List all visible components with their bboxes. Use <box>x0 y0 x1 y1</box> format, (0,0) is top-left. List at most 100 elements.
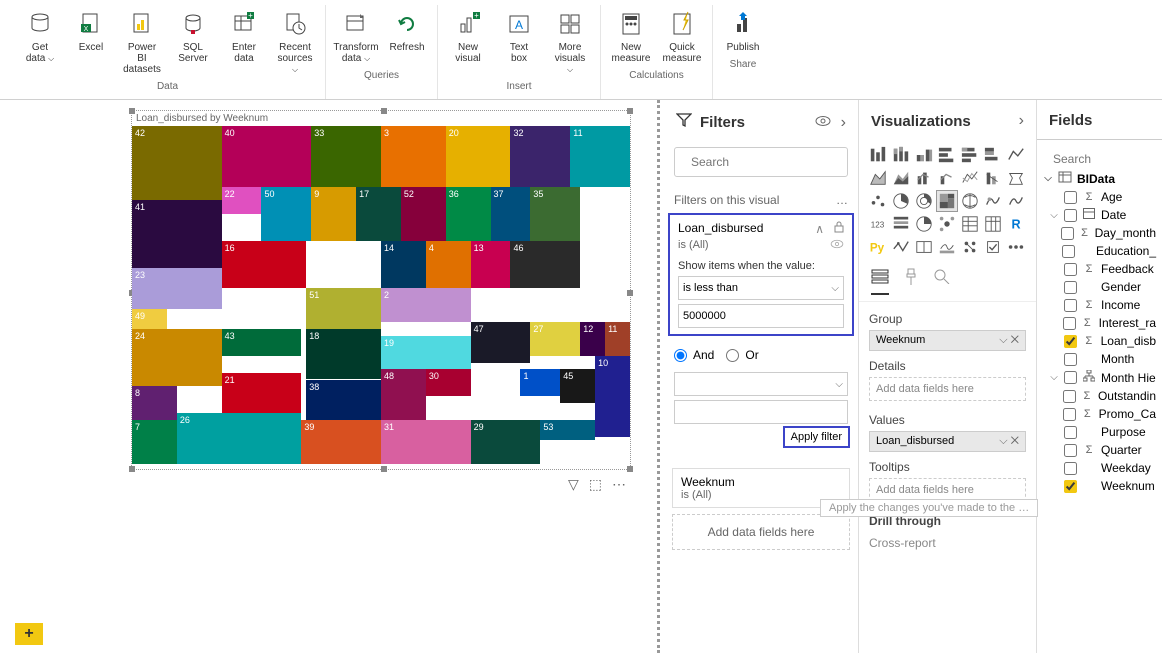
filter-value2-input[interactable] <box>674 400 848 424</box>
viz-type-icon[interactable] <box>982 213 1004 235</box>
field-item[interactable]: ΣIncome <box>1041 296 1158 314</box>
viz-type-icon[interactable] <box>890 213 912 235</box>
field-checkbox[interactable] <box>1063 317 1076 330</box>
treemap-cell[interactable]: 19 <box>381 336 471 370</box>
focus-icon[interactable]: ⬚ <box>589 476 602 493</box>
treemap-cell[interactable]: 10 <box>595 356 630 437</box>
field-item[interactable]: Weeknum <box>1041 477 1158 495</box>
collapse-icon[interactable]: ∧ <box>815 222 824 236</box>
filter-icon[interactable]: ▽ <box>568 476 579 493</box>
treemap-cell[interactable]: 31 <box>381 420 471 464</box>
treemap-cell[interactable]: 33 <box>311 126 381 187</box>
treemap-cell[interactable]: 29 <box>471 420 541 464</box>
viz-type-icon[interactable] <box>890 236 912 258</box>
ribbon-item[interactable]: XExcel <box>67 5 115 78</box>
treemap-cell[interactable]: 8 <box>132 386 177 420</box>
treemap-cell[interactable]: 45 <box>560 369 595 403</box>
field-item[interactable]: ΣInterest_ra <box>1041 314 1158 332</box>
treemap-cell[interactable]: 23 <box>132 268 222 309</box>
ribbon-item[interactable]: Newmeasure <box>607 5 655 67</box>
treemap-cell[interactable]: 30 <box>426 369 471 396</box>
treemap-cell[interactable]: 1 <box>520 369 560 396</box>
field-item[interactable]: ⌵Month Hie <box>1041 368 1158 387</box>
field-item[interactable]: Gender <box>1041 278 1158 296</box>
treemap-cell[interactable]: 18 <box>306 329 381 380</box>
viz-type-icon[interactable] <box>936 144 958 166</box>
field-item[interactable]: ΣPromo_Ca <box>1041 405 1158 423</box>
treemap-cell[interactable]: 24 <box>132 329 222 386</box>
values-field[interactable]: Loan_disbursed ⌵ ✕ <box>869 431 1026 452</box>
field-item[interactable]: ΣAge <box>1041 188 1158 206</box>
treemap-cell[interactable]: 32 <box>510 126 570 187</box>
treemap-cell[interactable]: 20 <box>446 126 511 187</box>
field-checkbox[interactable] <box>1064 191 1077 204</box>
treemap-cell[interactable]: 7 <box>132 420 177 464</box>
ribbon-item[interactable]: SQLServer <box>169 5 217 78</box>
treemap-cell[interactable]: 43 <box>222 329 302 356</box>
field-item[interactable]: ΣDay_month <box>1041 224 1158 242</box>
treemap-cell[interactable]: 50 <box>261 187 311 241</box>
field-checkbox[interactable] <box>1063 408 1076 421</box>
viz-type-icon[interactable]: Py <box>867 236 889 258</box>
treemap-cell[interactable]: 17 <box>356 187 401 241</box>
treemap-cell[interactable]: 22 <box>222 187 262 214</box>
eye-icon[interactable] <box>830 236 844 254</box>
treemap-cell[interactable]: 53 <box>540 420 595 440</box>
field-item[interactable]: ΣLoan_disb <box>1041 332 1158 350</box>
field-checkbox[interactable] <box>1064 371 1077 384</box>
viz-type-icon[interactable] <box>982 190 1004 212</box>
ribbon-item[interactable]: +Newvisual <box>444 5 492 78</box>
filter-drop-zone[interactable]: Add data fields here <box>672 514 850 550</box>
viz-type-icon[interactable] <box>913 167 935 189</box>
treemap-cell[interactable]: 12 <box>580 322 605 356</box>
fields-search-input[interactable] <box>1053 152 1162 166</box>
treemap-cell[interactable]: 52 <box>401 187 446 241</box>
filter-operator2-select[interactable]: ⌵ <box>674 372 848 396</box>
treemap-cell[interactable]: 13 <box>471 241 511 288</box>
fields-tab-icon[interactable] <box>871 268 889 295</box>
treemap-cell[interactable]: 11 <box>605 322 630 356</box>
treemap-cell[interactable]: 46 <box>510 241 580 288</box>
field-item[interactable]: ⌵Date <box>1041 206 1158 224</box>
ribbon-item[interactable]: ATextbox <box>495 5 543 78</box>
field-checkbox[interactable] <box>1064 426 1077 439</box>
treemap-cell[interactable]: 3 <box>381 126 446 187</box>
viz-type-icon[interactable] <box>982 144 1004 166</box>
treemap-cell[interactable]: 37 <box>491 187 531 241</box>
field-item[interactable]: Month <box>1041 350 1158 368</box>
viz-type-icon[interactable] <box>982 167 1004 189</box>
viz-type-icon[interactable] <box>1005 236 1027 258</box>
filter-value-input[interactable] <box>678 304 844 328</box>
treemap-cell[interactable]: 16 <box>222 241 307 288</box>
filter-operator-select[interactable]: is less than ⌵ <box>678 276 844 300</box>
filter-search-input[interactable] <box>691 155 846 169</box>
viz-type-icon[interactable] <box>1005 144 1027 166</box>
group-field[interactable]: Weeknum ⌵ ✕ <box>869 330 1026 351</box>
field-checkbox[interactable] <box>1064 335 1077 348</box>
field-item[interactable]: Weekday <box>1041 459 1158 477</box>
field-checkbox[interactable] <box>1064 209 1077 222</box>
field-checkbox[interactable] <box>1063 390 1076 403</box>
field-checkbox[interactable] <box>1061 227 1074 240</box>
viz-type-icon[interactable] <box>959 236 981 258</box>
details-drop[interactable]: Add data fields here <box>869 377 1026 401</box>
viz-type-icon[interactable] <box>890 144 912 166</box>
treemap-cell[interactable]: 41 <box>132 200 222 268</box>
treemap-cell[interactable]: 9 <box>311 187 356 241</box>
viz-type-icon[interactable] <box>867 167 889 189</box>
ribbon-item[interactable]: Quickmeasure <box>658 5 706 67</box>
viz-type-icon[interactable] <box>867 144 889 166</box>
format-tab-icon[interactable] <box>903 268 919 295</box>
treemap-cell[interactable]: 48 <box>381 369 426 423</box>
treemap-cell[interactable]: 21 <box>222 373 302 414</box>
viz-type-icon[interactable] <box>936 190 958 212</box>
treemap-cell[interactable]: 36 <box>446 187 491 241</box>
field-checkbox[interactable] <box>1064 263 1077 276</box>
treemap-cell[interactable]: 51 <box>306 288 381 329</box>
more-icon[interactable]: ⋯ <box>612 476 626 493</box>
field-checkbox[interactable] <box>1064 353 1077 366</box>
field-item[interactable]: ΣOutstandin <box>1041 387 1158 405</box>
field-checkbox[interactable] <box>1064 480 1077 493</box>
ribbon-item[interactable]: Transformdata ⌵ <box>332 5 380 67</box>
viz-type-icon[interactable] <box>936 167 958 189</box>
